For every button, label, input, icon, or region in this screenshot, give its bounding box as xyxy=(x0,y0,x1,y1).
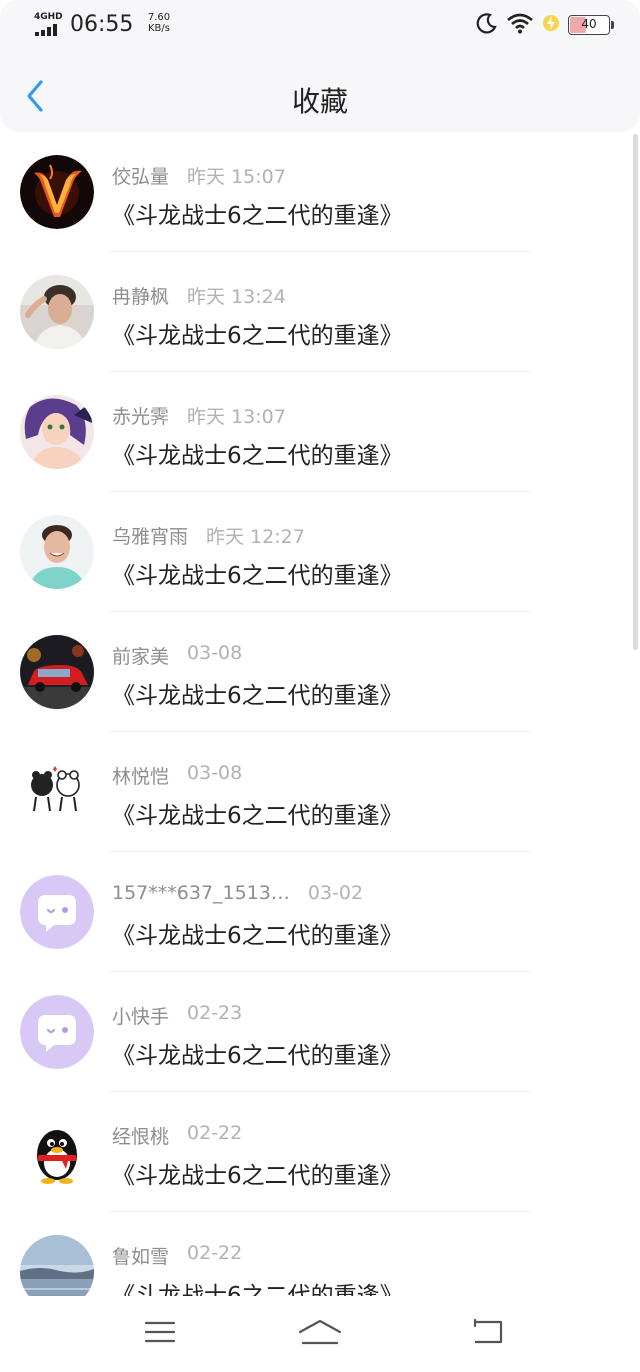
cartoon-couple-icon xyxy=(20,755,94,829)
item-meta: 157***637_1513… 03-02 xyxy=(112,882,363,904)
avatar[interactable] xyxy=(20,515,94,589)
status-bar: 4GHD 06:55 7.60 KB/s 40 xyxy=(0,0,640,50)
default-chat-avatar-icon xyxy=(20,995,94,1069)
item-title: 《斗龙战士6之二代的重逢》 xyxy=(112,1163,403,1189)
avatar[interactable] xyxy=(20,395,94,469)
item-meta: 小快手 02-23 xyxy=(112,1002,242,1029)
item-author: 157***637_1513… xyxy=(112,882,290,904)
system-nav-bar xyxy=(0,1296,640,1372)
avatar[interactable] xyxy=(20,755,94,829)
item-title: 《斗龙战士6之二代的重逢》 xyxy=(112,803,403,829)
item-meta: 鲁如雪 02-22 xyxy=(112,1242,242,1269)
network-indicator: 4GHD xyxy=(34,12,64,36)
item-meta: 赤光霁 昨天 13:07 xyxy=(112,402,286,429)
item-title: 《斗龙战士6之二代的重逢》 xyxy=(112,563,403,589)
item-time: 03-08 xyxy=(187,762,243,784)
back-nav-button[interactable] xyxy=(463,1314,513,1354)
penguin-avatar-icon xyxy=(20,1115,94,1189)
moon-icon xyxy=(476,12,498,38)
network-speed: 7.60 KB/s xyxy=(142,12,176,34)
item-meta: 经恨桃 02-22 xyxy=(112,1122,242,1149)
item-author: 乌雅宵雨 xyxy=(112,526,189,548)
red-car-photo-icon xyxy=(20,635,94,709)
list-item[interactable]: 鲁如雪 02-22 《斗龙战士6之二代的重逢》 xyxy=(0,1212,640,1296)
app-header: 收藏 xyxy=(0,50,640,132)
item-author: 小快手 xyxy=(112,1006,170,1028)
item-time: 昨天 13:07 xyxy=(187,406,286,428)
status-icons: 40 xyxy=(476,12,614,38)
item-author: 前家美 xyxy=(112,646,170,668)
item-title: 《斗龙战士6之二代的重逢》 xyxy=(112,923,403,949)
wifi-icon xyxy=(506,12,534,38)
list-item[interactable]: 赤光霁 昨天 13:07 《斗龙战士6之二代的重逢》 xyxy=(0,372,640,492)
back-icon xyxy=(471,1318,505,1350)
list-item[interactable]: 冉静枫 昨天 13:24 《斗龙战士6之二代的重逢》 xyxy=(0,252,640,372)
list-item[interactable]: 经恨桃 02-22 《斗龙战士6之二代的重逢》 xyxy=(0,1092,640,1212)
landscape-photo-icon xyxy=(20,1235,94,1296)
network-label: 4GHD xyxy=(34,12,63,22)
speed-value: 7.60 xyxy=(147,12,171,23)
item-time: 03-08 xyxy=(187,642,243,664)
item-title: 《斗龙战士6之二代的重逢》 xyxy=(112,683,403,709)
home-icon xyxy=(297,1318,343,1350)
item-time: 昨天 13:24 xyxy=(187,286,286,308)
item-meta: 乌雅宵雨 昨天 12:27 xyxy=(112,522,305,549)
list-item[interactable]: 林悦恺 03-08 《斗龙战士6之二代的重逢》 xyxy=(0,732,640,852)
page-title: 收藏 xyxy=(291,85,348,118)
avatar[interactable] xyxy=(20,635,94,709)
list-item[interactable]: 前家美 03-08 《斗龙战士6之二代的重逢》 xyxy=(0,612,640,732)
item-time: 02-22 xyxy=(187,1242,243,1264)
young-man-photo-icon xyxy=(20,275,94,349)
item-author: 经恨桃 xyxy=(112,1126,170,1148)
item-author: 佼弘量 xyxy=(112,166,170,188)
fire-v-logo-icon xyxy=(20,155,94,229)
avatar[interactable] xyxy=(20,155,94,229)
item-author: 冉静枫 xyxy=(112,286,170,308)
scrollbar[interactable] xyxy=(633,134,638,650)
item-title: 《斗龙战士6之二代的重逢》 xyxy=(112,1043,403,1069)
avatar[interactable] xyxy=(20,1115,94,1189)
avatar[interactable] xyxy=(20,275,94,349)
status-time: 06:55 xyxy=(70,12,134,37)
smiling-man-photo-icon xyxy=(20,515,94,589)
item-author: 林悦恺 xyxy=(112,766,170,788)
item-meta: 前家美 03-08 xyxy=(112,642,242,669)
item-meta: 佼弘量 昨天 15:07 xyxy=(112,162,286,189)
item-meta: 冉静枫 昨天 13:24 xyxy=(112,282,286,309)
avatar[interactable] xyxy=(20,995,94,1069)
signal-icon xyxy=(35,24,63,36)
avatar[interactable] xyxy=(20,1235,94,1296)
favorites-screen: 4GHD 06:55 7.60 KB/s 40 收藏 佼弘量 昨天 15:07 … xyxy=(0,0,640,1372)
menu-icon xyxy=(144,1320,176,1348)
default-chat-avatar-icon xyxy=(20,875,94,949)
item-author: 鲁如雪 xyxy=(112,1246,170,1268)
list-item[interactable]: 乌雅宵雨 昨天 12:27 《斗龙战士6之二代的重逢》 xyxy=(0,492,640,612)
item-author: 赤光霁 xyxy=(112,406,170,428)
battery-level: 40 xyxy=(581,17,597,31)
list-item[interactable]: 157***637_1513… 03-02 《斗龙战士6之二代的重逢》 xyxy=(0,852,640,972)
item-time: 02-23 xyxy=(187,1002,243,1024)
item-time: 昨天 15:07 xyxy=(187,166,286,188)
item-title: 《斗龙战士6之二代的重逢》 xyxy=(112,443,403,469)
favorites-list: 佼弘量 昨天 15:07 《斗龙战士6之二代的重逢》 冉静枫 昨天 13:24 … xyxy=(0,132,640,1296)
list-item[interactable]: 小快手 02-23 《斗龙战士6之二代的重逢》 xyxy=(0,972,640,1092)
battery-icon: 40 xyxy=(568,15,614,35)
charging-icon xyxy=(542,13,560,37)
speed-unit: KB/s xyxy=(148,23,170,34)
item-time: 03-02 xyxy=(307,882,364,904)
item-time: 02-22 xyxy=(187,1122,243,1144)
avatar[interactable] xyxy=(20,875,94,949)
item-title: 《斗龙战士6之二代的重逢》 xyxy=(112,1283,403,1296)
menu-button[interactable] xyxy=(135,1314,185,1354)
list-item[interactable]: 佼弘量 昨天 15:07 《斗龙战士6之二代的重逢》 xyxy=(0,132,640,252)
item-title: 《斗龙战士6之二代的重逢》 xyxy=(112,323,403,349)
home-button[interactable] xyxy=(295,1314,345,1354)
item-title: 《斗龙战士6之二代的重逢》 xyxy=(112,203,403,229)
item-meta: 林悦恺 03-08 xyxy=(112,762,242,789)
anime-girl-icon xyxy=(20,395,94,469)
item-time: 昨天 12:27 xyxy=(206,526,305,548)
